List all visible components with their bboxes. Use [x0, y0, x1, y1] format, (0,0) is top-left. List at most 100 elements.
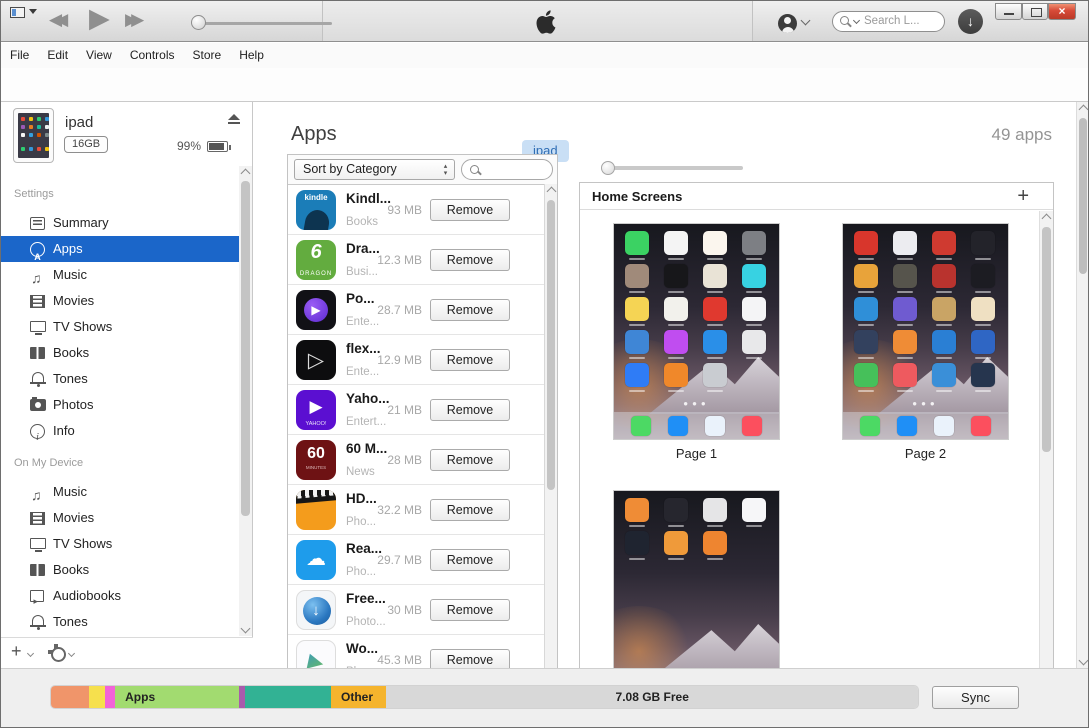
app-size: 93 MB [387, 203, 422, 217]
menu-store[interactable]: Store [184, 43, 231, 62]
app-category: Pho... [346, 516, 376, 528]
app-size: 45.3 MB [377, 653, 422, 667]
remove-button[interactable]: Remove [430, 299, 510, 321]
sidebar-item-books[interactable]: Books [1, 557, 239, 583]
sidebar-item-music[interactable]: ♫Music [1, 479, 239, 505]
scroll-down-icon[interactable] [1079, 656, 1089, 666]
sidebar-item-label: Movies [53, 288, 94, 314]
scroll-up-icon[interactable] [547, 187, 557, 197]
menu-file[interactable]: File [1, 43, 38, 62]
remove-button[interactable]: Remove [430, 399, 510, 421]
remove-button[interactable]: Remove [430, 599, 510, 621]
minimize-button[interactable] [995, 3, 1022, 20]
system-menu-arrow-icon[interactable] [29, 9, 37, 14]
sidebar-item-tv-shows[interactable]: TV Shows [1, 314, 239, 340]
add-button[interactable]: + [11, 641, 22, 662]
mini-app-icon [664, 231, 688, 255]
eject-icon[interactable] [227, 114, 241, 125]
scroll-down-icon[interactable] [241, 624, 251, 634]
mini-app-icon [893, 363, 917, 387]
scroll-up-icon[interactable] [1079, 105, 1089, 115]
zoom-slider-handle[interactable] [601, 161, 615, 175]
scroll-up-icon[interactable] [1042, 214, 1052, 224]
gear-chevron-icon[interactable] [68, 650, 75, 657]
sidebar-item-tv-shows[interactable]: TV Shows [1, 531, 239, 557]
volume-slider-track[interactable] [194, 22, 332, 25]
app-search-input[interactable] [461, 159, 553, 180]
remove-button[interactable]: Remove [430, 649, 510, 668]
sidebar-item-label: Books [53, 340, 89, 366]
remove-button[interactable]: Remove [430, 349, 510, 371]
add-chevron-icon[interactable] [27, 650, 34, 657]
add-home-screen-button[interactable]: + [1017, 185, 1029, 208]
sidebar-item-info[interactable]: Info [1, 418, 239, 444]
sidebar-item-audiobooks[interactable]: Audiobooks [1, 583, 239, 609]
search-input[interactable]: Search L... [832, 11, 945, 32]
app-row-hd-: HD...Pho...32.2 MBRemove [288, 485, 544, 535]
zoom-slider-track[interactable] [605, 166, 743, 170]
home-screen-thumbnail[interactable]: ●●● [614, 224, 779, 439]
main-scrollbar[interactable] [1076, 102, 1089, 668]
dock-app-icon [705, 416, 725, 436]
sidebar-item-apps[interactable]: Apps [1, 236, 239, 262]
home-screen-page-page-2[interactable]: ●●●Page 2 [843, 224, 1008, 461]
mini-app-icon [625, 531, 649, 555]
volume-slider-handle[interactable] [191, 15, 206, 30]
sidebar-item-music[interactable]: ♫Music [1, 262, 239, 288]
sidebar-section-header: Settings [1, 188, 239, 206]
menu-help[interactable]: Help [230, 43, 273, 62]
downloads-button[interactable]: ↓ [958, 9, 983, 34]
scrollbar-thumb[interactable] [547, 200, 555, 490]
maximize-button[interactable] [1022, 3, 1048, 20]
scrollbar-thumb[interactable] [1042, 227, 1051, 452]
remove-button[interactable]: Remove [430, 249, 510, 271]
app-name: HD... [346, 491, 377, 506]
gear-icon[interactable] [48, 644, 64, 660]
mini-app-icon [893, 264, 917, 288]
sidebar-item-label: Music [53, 479, 87, 505]
dock-app-icon [971, 416, 991, 436]
sidebar-item-books[interactable]: Books [1, 340, 239, 366]
scrollbar-thumb[interactable] [241, 181, 250, 516]
scrollbar-thumb[interactable] [1079, 118, 1087, 274]
remove-button[interactable]: Remove [430, 199, 510, 221]
fast-forward-button[interactable]: ▶▶ [125, 10, 145, 30]
account-icon[interactable] [778, 14, 797, 33]
app-name: Free... [346, 591, 386, 606]
menu-view[interactable]: View [77, 43, 121, 62]
scroll-up-icon[interactable] [241, 169, 251, 179]
play-button[interactable]: ▶ [89, 3, 110, 34]
sort-dropdown[interactable]: Sort by Category ▴▾ [294, 159, 455, 180]
sidebar-item-movies[interactable]: Movies [1, 505, 239, 531]
sidebar-item-photos[interactable]: Photos [1, 392, 239, 418]
sidebar-item-tones[interactable]: Tones [1, 609, 239, 635]
sidebar-scrollbar[interactable] [239, 166, 252, 636]
remove-button[interactable]: Remove [430, 499, 510, 521]
apple-logo-icon [532, 7, 560, 37]
home-screen-page-3[interactable] [614, 491, 779, 669]
home-screens-scrollbar[interactable] [1039, 211, 1053, 668]
menu-controls[interactable]: Controls [121, 43, 184, 62]
remove-button[interactable]: Remove [430, 449, 510, 471]
app-category: Ente... [346, 366, 379, 378]
device-name[interactable]: ipad [65, 114, 93, 131]
home-screen-thumbnail[interactable] [614, 491, 779, 669]
close-button[interactable]: × [1048, 3, 1076, 20]
app-list-scrollbar[interactable] [544, 184, 557, 668]
search-scope-chevron-icon[interactable] [853, 17, 860, 24]
sidebar-item-tones[interactable]: Tones [1, 366, 239, 392]
home-screen-page-page-1[interactable]: ●●●Page 1 [614, 224, 779, 461]
sidebar-item-summary[interactable]: Summary [1, 210, 239, 236]
battery-percent: 99% [177, 139, 201, 153]
sync-button[interactable]: Sync [932, 686, 1019, 709]
home-screen-thumbnail[interactable]: ●●● [843, 224, 1008, 439]
remove-button[interactable]: Remove [430, 549, 510, 571]
capacity-segment-1 [89, 686, 105, 708]
rewind-button[interactable]: ◀◀ [49, 10, 61, 30]
sidebar-item-movies[interactable]: Movies [1, 288, 239, 314]
account-chevron-icon[interactable] [801, 16, 811, 26]
menu-edit[interactable]: Edit [38, 43, 77, 62]
mini-app-icon [625, 264, 649, 288]
system-menu-icon[interactable] [10, 7, 25, 18]
app-name: Wo... [346, 641, 378, 656]
